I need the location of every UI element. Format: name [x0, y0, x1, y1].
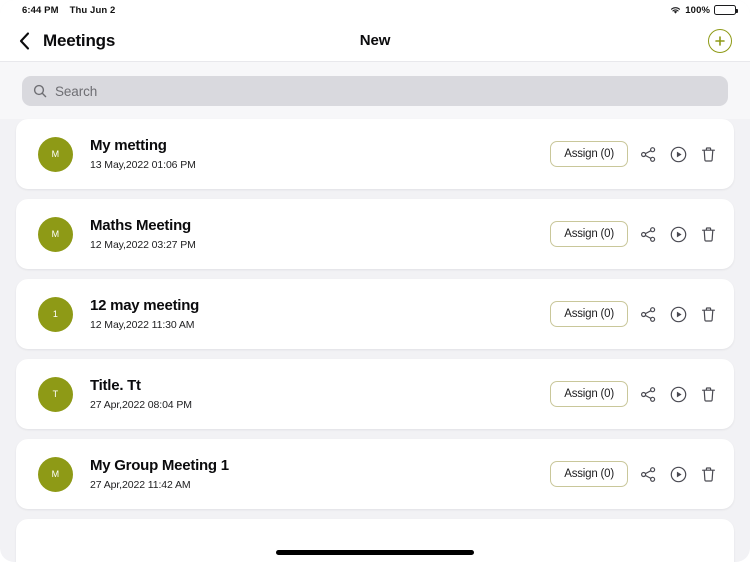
- row-actions: Assign (0): [550, 381, 718, 407]
- meeting-date: 12 May,2022 11:30 AM: [90, 319, 195, 331]
- nav-left-group: Meetings: [18, 31, 115, 51]
- trash-icon[interactable]: [699, 465, 718, 484]
- navigation-bar: Meetings New: [0, 20, 750, 62]
- meeting-title: My metting: [90, 137, 167, 154]
- battery-percent-label: 100%: [685, 4, 710, 16]
- status-time: 6:44 PM: [22, 4, 59, 16]
- meeting-info: 12 may meeting 12 May,2022 11:30 AM: [90, 297, 550, 331]
- meeting-date: 12 May,2022 03:27 PM: [90, 239, 196, 251]
- avatar: T: [38, 376, 73, 412]
- app-window: 6:44 PM Thu Jun 2 100% Meetings New Sear…: [0, 0, 750, 562]
- wifi-icon: [670, 6, 681, 15]
- chevron-left-icon[interactable]: [18, 31, 31, 51]
- list-item[interactable]: M My Group Meeting 1 27 Apr,2022 11:42 A…: [16, 439, 734, 509]
- status-bar: 6:44 PM Thu Jun 2 100%: [0, 0, 750, 20]
- play-circle-icon[interactable]: [669, 145, 688, 164]
- page-title: Meetings: [43, 30, 116, 50]
- meeting-title: Title. Tt: [90, 377, 141, 394]
- row-actions: Assign (0): [550, 461, 718, 487]
- row-actions: Assign (0): [550, 221, 718, 247]
- share-icon[interactable]: [639, 145, 658, 164]
- list-item[interactable]: 1 12 may meeting 12 May,2022 11:30 AM As…: [16, 279, 734, 349]
- trash-icon[interactable]: [699, 225, 718, 244]
- home-indicator[interactable]: [276, 550, 474, 555]
- assign-button[interactable]: Assign (0): [550, 461, 628, 487]
- search-input[interactable]: [55, 83, 717, 99]
- meeting-title: My Group Meeting 1: [90, 457, 229, 474]
- play-circle-icon[interactable]: [669, 385, 688, 404]
- row-actions: Assign (0): [550, 301, 718, 327]
- share-icon[interactable]: [639, 225, 658, 244]
- search-section: [0, 62, 750, 119]
- search-icon: [33, 84, 47, 98]
- meeting-date: 13 May,2022 01:06 PM: [90, 159, 196, 171]
- share-icon[interactable]: [639, 465, 658, 484]
- list-item[interactable]: M Maths Meeting 12 May,2022 03:27 PM Ass…: [16, 199, 734, 269]
- meeting-info: My Group Meeting 1 27 Apr,2022 11:42 AM: [90, 457, 550, 491]
- avatar: 1: [38, 296, 73, 332]
- meeting-date: 27 Apr,2022 11:42 AM: [90, 479, 191, 491]
- play-circle-icon[interactable]: [669, 465, 688, 484]
- trash-icon[interactable]: [699, 385, 718, 404]
- list-item[interactable]: T Title. Tt 27 Apr,2022 08:04 PM Assign …: [16, 359, 734, 429]
- trash-icon[interactable]: [699, 305, 718, 324]
- status-date: Thu Jun 2: [69, 4, 116, 16]
- list-item[interactable]: [16, 519, 734, 562]
- trash-icon[interactable]: [699, 145, 718, 164]
- share-icon[interactable]: [639, 385, 658, 404]
- assign-button[interactable]: Assign (0): [550, 221, 628, 247]
- share-icon[interactable]: [639, 305, 658, 324]
- avatar: M: [38, 216, 73, 252]
- row-actions: Assign (0): [550, 141, 718, 167]
- meeting-info: Maths Meeting 12 May,2022 03:27 PM: [90, 217, 550, 251]
- meeting-info: Title. Tt 27 Apr,2022 08:04 PM: [90, 377, 550, 411]
- status-bar-right: 100%: [670, 4, 738, 16]
- assign-button[interactable]: Assign (0): [550, 381, 628, 407]
- assign-button[interactable]: Assign (0): [550, 141, 628, 167]
- nav-right-group: [708, 28, 732, 53]
- assign-button[interactable]: Assign (0): [550, 301, 628, 327]
- battery-icon: [714, 5, 738, 15]
- meeting-date: 27 Apr,2022 08:04 PM: [90, 399, 192, 411]
- plus-circle-icon[interactable]: [708, 28, 732, 53]
- search-field[interactable]: [22, 76, 728, 106]
- list-item[interactable]: M My metting 13 May,2022 01:06 PM Assign…: [16, 119, 734, 189]
- meeting-title: 12 may meeting: [90, 297, 200, 314]
- meetings-list: M My metting 13 May,2022 01:06 PM Assign…: [0, 119, 750, 562]
- avatar: M: [38, 456, 73, 492]
- avatar: M: [38, 136, 73, 172]
- play-circle-icon[interactable]: [669, 305, 688, 324]
- meeting-title: Maths Meeting: [90, 217, 191, 234]
- status-bar-left: 6:44 PM Thu Jun 2: [22, 5, 115, 16]
- play-circle-icon[interactable]: [669, 225, 688, 244]
- meeting-info: My metting 13 May,2022 01:06 PM: [90, 137, 550, 171]
